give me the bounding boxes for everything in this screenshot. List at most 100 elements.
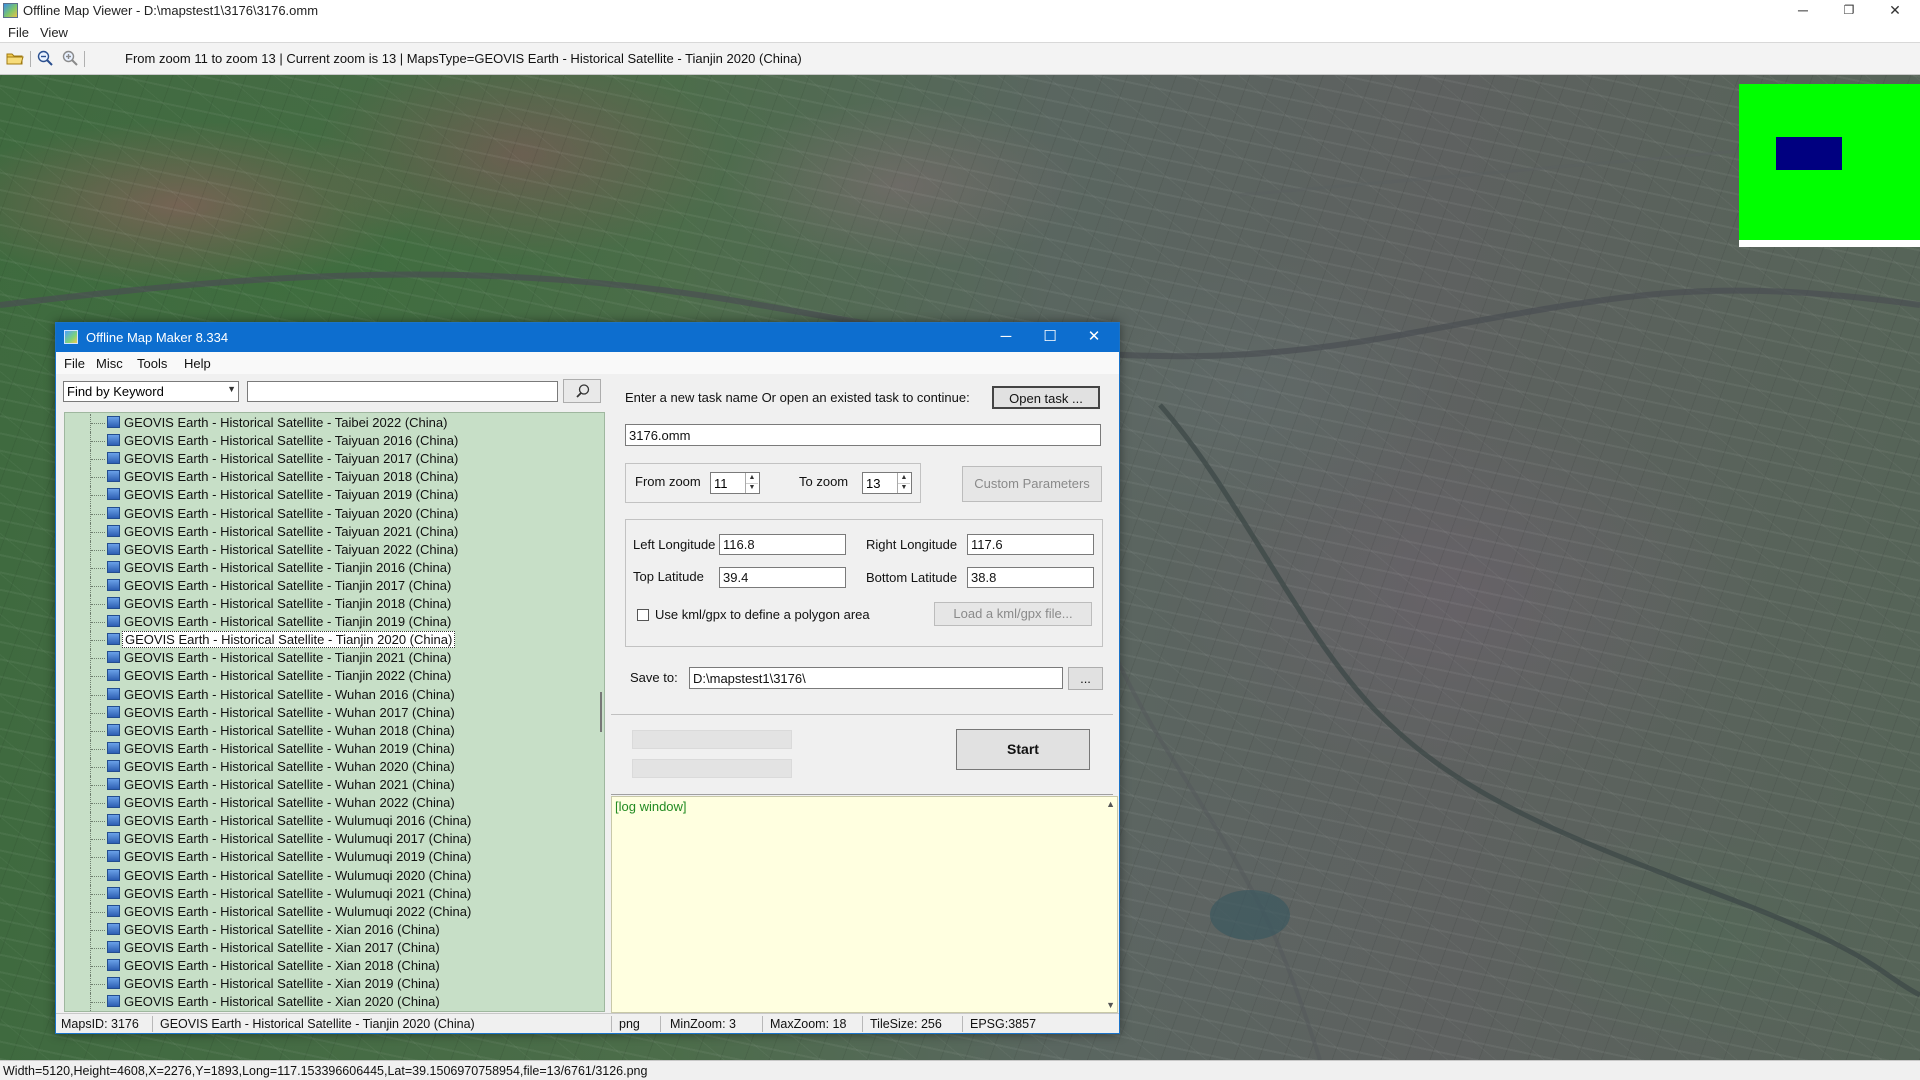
minimize-button[interactable]: ─ (1780, 0, 1826, 22)
tree-connector (91, 676, 105, 678)
tree-item[interactable]: GEOVIS Earth - Historical Satellite - Xi… (65, 957, 585, 975)
tree-item[interactable]: GEOVIS Earth - Historical Satellite - Ti… (65, 649, 585, 668)
tree-item[interactable]: GEOVIS Earth - Historical Satellite - Wu… (65, 703, 585, 722)
tree-item[interactable]: GEOVIS Earth - Historical Satellite - Wu… (65, 884, 585, 903)
tree-item[interactable]: GEOVIS Earth - Historical Satellite - Ta… (65, 414, 585, 432)
dialog-title-bar[interactable]: Offline Map Maker 8.334 ─ ☐ ✕ (56, 323, 1119, 352)
main-menu-bar: File View (0, 22, 1920, 42)
tree-item[interactable]: GEOVIS Earth - Historical Satellite - Ti… (65, 667, 585, 686)
dialog-menu-file[interactable]: File (64, 356, 85, 371)
tree-item[interactable]: GEOVIS Earth - Historical Satellite - Wu… (65, 721, 585, 740)
search-icon (576, 384, 590, 398)
zoom-in-icon[interactable] (62, 50, 78, 66)
open-task-button[interactable]: Open task ... (992, 386, 1100, 409)
dialog-menu-tools[interactable]: Tools (137, 356, 167, 371)
scroll-down-icon[interactable]: ▼ (1106, 1000, 1115, 1010)
spinner-down-icon[interactable]: ▼ (898, 483, 910, 493)
tree-item-label: GEOVIS Earth - Historical Satellite - Ta… (124, 487, 459, 503)
tree-item-label: GEOVIS Earth - Historical Satellite - Wu… (124, 758, 455, 774)
tree-item-label: GEOVIS Earth - Historical Satellite - Wu… (124, 777, 455, 792)
tree-item-label: GEOVIS Earth - Historical Satellite - Ti… (122, 631, 456, 649)
find-mode-select[interactable]: Find by Keyword ▼ (63, 381, 239, 402)
tree-item[interactable]: GEOVIS Earth - Historical Satellite - Ta… (65, 450, 585, 469)
tree-item[interactable]: GEOVIS Earth - Historical Satellite - Ta… (65, 432, 585, 451)
tree-item[interactable]: GEOVIS Earth - Historical Satellite - Ta… (65, 522, 585, 541)
dialog-minimize-button[interactable]: ─ (984, 323, 1028, 352)
tree-item[interactable]: GEOVIS Earth - Historical Satellite - Wu… (65, 739, 585, 758)
tree-item[interactable]: GEOVIS Earth - Historical Satellite - Ti… (65, 613, 585, 632)
to-zoom-label: To zoom (799, 474, 849, 489)
tree-item[interactable]: GEOVIS Earth - Historical Satellite - Xi… (65, 938, 585, 957)
tree-connector (91, 423, 105, 425)
tree-connector (91, 911, 105, 914)
dialog-maximize-button[interactable]: ☐ (1028, 323, 1072, 352)
map-type-icon (107, 940, 120, 953)
zoom-out-icon[interactable] (37, 50, 53, 66)
dialog-menu-help[interactable]: Help (184, 356, 211, 371)
tree-item-label: GEOVIS Earth - Historical Satellite - Wu… (124, 867, 472, 883)
status-min-zoom: MinZoom: 3 (670, 1017, 736, 1031)
task-name-input[interactable] (625, 424, 1101, 446)
tree-connector (91, 1002, 105, 1004)
main-status-bar: Width=5120,Height=4608,X=2276,Y=1893,Lon… (0, 1060, 1920, 1080)
zoom-progress-bar (632, 759, 792, 778)
tree-item[interactable]: GEOVIS Earth - Historical Satellite - Wu… (65, 866, 585, 885)
browse-button[interactable]: ... (1068, 667, 1103, 690)
left-longitude-input[interactable] (719, 534, 846, 555)
tree-connector (91, 857, 105, 859)
right-longitude-input[interactable] (967, 534, 1094, 555)
tree-item[interactable]: GEOVIS Earth - Historical Satellite - Xi… (65, 920, 585, 939)
tree-item[interactable]: GEOVIS Earth - Historical Satellite - Ta… (65, 486, 585, 505)
use-kml-checkbox[interactable] (637, 609, 649, 621)
tree-item[interactable]: GEOVIS Earth - Historical Satellite - Ta… (65, 504, 585, 523)
tree-item[interactable]: GEOVIS Earth - Historical Satellite - Xi… (65, 993, 585, 1011)
top-latitude-input[interactable] (719, 567, 846, 588)
tree-item[interactable]: GEOVIS Earth - Historical Satellite - Wu… (65, 830, 585, 849)
menu-file[interactable]: File (8, 25, 29, 40)
overview-viewport-rect[interactable] (1776, 137, 1842, 170)
maximize-button[interactable]: ❐ (1826, 0, 1872, 22)
search-button[interactable] (563, 379, 601, 403)
tree-item[interactable]: GEOVIS Earth - Historical Satellite - Wu… (65, 812, 585, 831)
tree-item[interactable]: GEOVIS Earth - Historical Satellite - Wu… (65, 794, 585, 813)
spinner-down-icon[interactable]: ▼ (746, 483, 758, 493)
load-kml-button[interactable]: Load a kml/gpx file... (934, 602, 1092, 626)
maps-type-tree[interactable]: GEOVIS Earth - Historical Satellite - Ta… (64, 412, 605, 1012)
custom-parameters-button[interactable]: Custom Parameters (962, 466, 1102, 502)
overview-minimap[interactable] (1739, 84, 1920, 247)
dialog-title: Offline Map Maker 8.334 (86, 330, 229, 345)
close-button[interactable]: ✕ (1872, 0, 1918, 22)
tree-item[interactable]: GEOVIS Earth - Historical Satellite - Wu… (65, 902, 585, 921)
tree-item-label: GEOVIS Earth - Historical Satellite - Wu… (124, 903, 472, 919)
tree-item[interactable]: GEOVIS Earth - Historical Satellite - Ta… (65, 540, 585, 559)
tree-item[interactable]: GEOVIS Earth - Historical Satellite - Ta… (65, 468, 585, 487)
scroll-up-icon[interactable]: ▲ (1106, 799, 1115, 809)
tree-item-label: GEOVIS Earth - Historical Satellite - Xi… (124, 994, 440, 1010)
status-separator (660, 1016, 661, 1032)
save-path-input[interactable] (689, 667, 1063, 689)
bottom-latitude-input[interactable] (967, 567, 1094, 588)
menu-view[interactable]: View (40, 25, 68, 40)
dialog-menu-misc[interactable]: Misc (96, 356, 123, 371)
log-window[interactable]: [log window] ▲ ▼ (611, 796, 1118, 1013)
tree-item[interactable]: GEOVIS Earth - Historical Satellite - Ti… (65, 558, 585, 577)
keyword-search-input[interactable] (247, 381, 558, 402)
tree-item[interactable]: GEOVIS Earth - Historical Satellite - Ti… (65, 576, 585, 595)
tree-item-label: GEOVIS Earth - Historical Satellite - Wu… (124, 849, 472, 865)
dialog-close-button[interactable]: ✕ (1072, 323, 1116, 352)
tree-item[interactable]: GEOVIS Earth - Historical Satellite - Ti… (65, 631, 585, 650)
to-zoom-spinner[interactable]: 13 ▲ ▼ (862, 472, 912, 494)
start-button[interactable]: Start (956, 729, 1090, 770)
from-zoom-spinner[interactable]: 11 ▲ ▼ (710, 472, 760, 494)
panel-splitter[interactable] (600, 692, 602, 732)
tree-item[interactable]: GEOVIS Earth - Historical Satellite - Wu… (65, 685, 585, 704)
tree-item[interactable]: GEOVIS Earth - Historical Satellite - Ti… (65, 595, 585, 613)
map-type-icon (107, 434, 120, 447)
tree-item-label: GEOVIS Earth - Historical Satellite - Ti… (124, 596, 452, 611)
tree-item[interactable]: GEOVIS Earth - Historical Satellite - Wu… (65, 848, 585, 867)
tree-item[interactable]: GEOVIS Earth - Historical Satellite - Xi… (65, 975, 585, 994)
open-folder-icon[interactable] (6, 50, 24, 66)
section-divider (611, 714, 1113, 715)
tree-item[interactable]: GEOVIS Earth - Historical Satellite - Wu… (65, 757, 585, 776)
tree-item[interactable]: GEOVIS Earth - Historical Satellite - Wu… (65, 776, 585, 794)
